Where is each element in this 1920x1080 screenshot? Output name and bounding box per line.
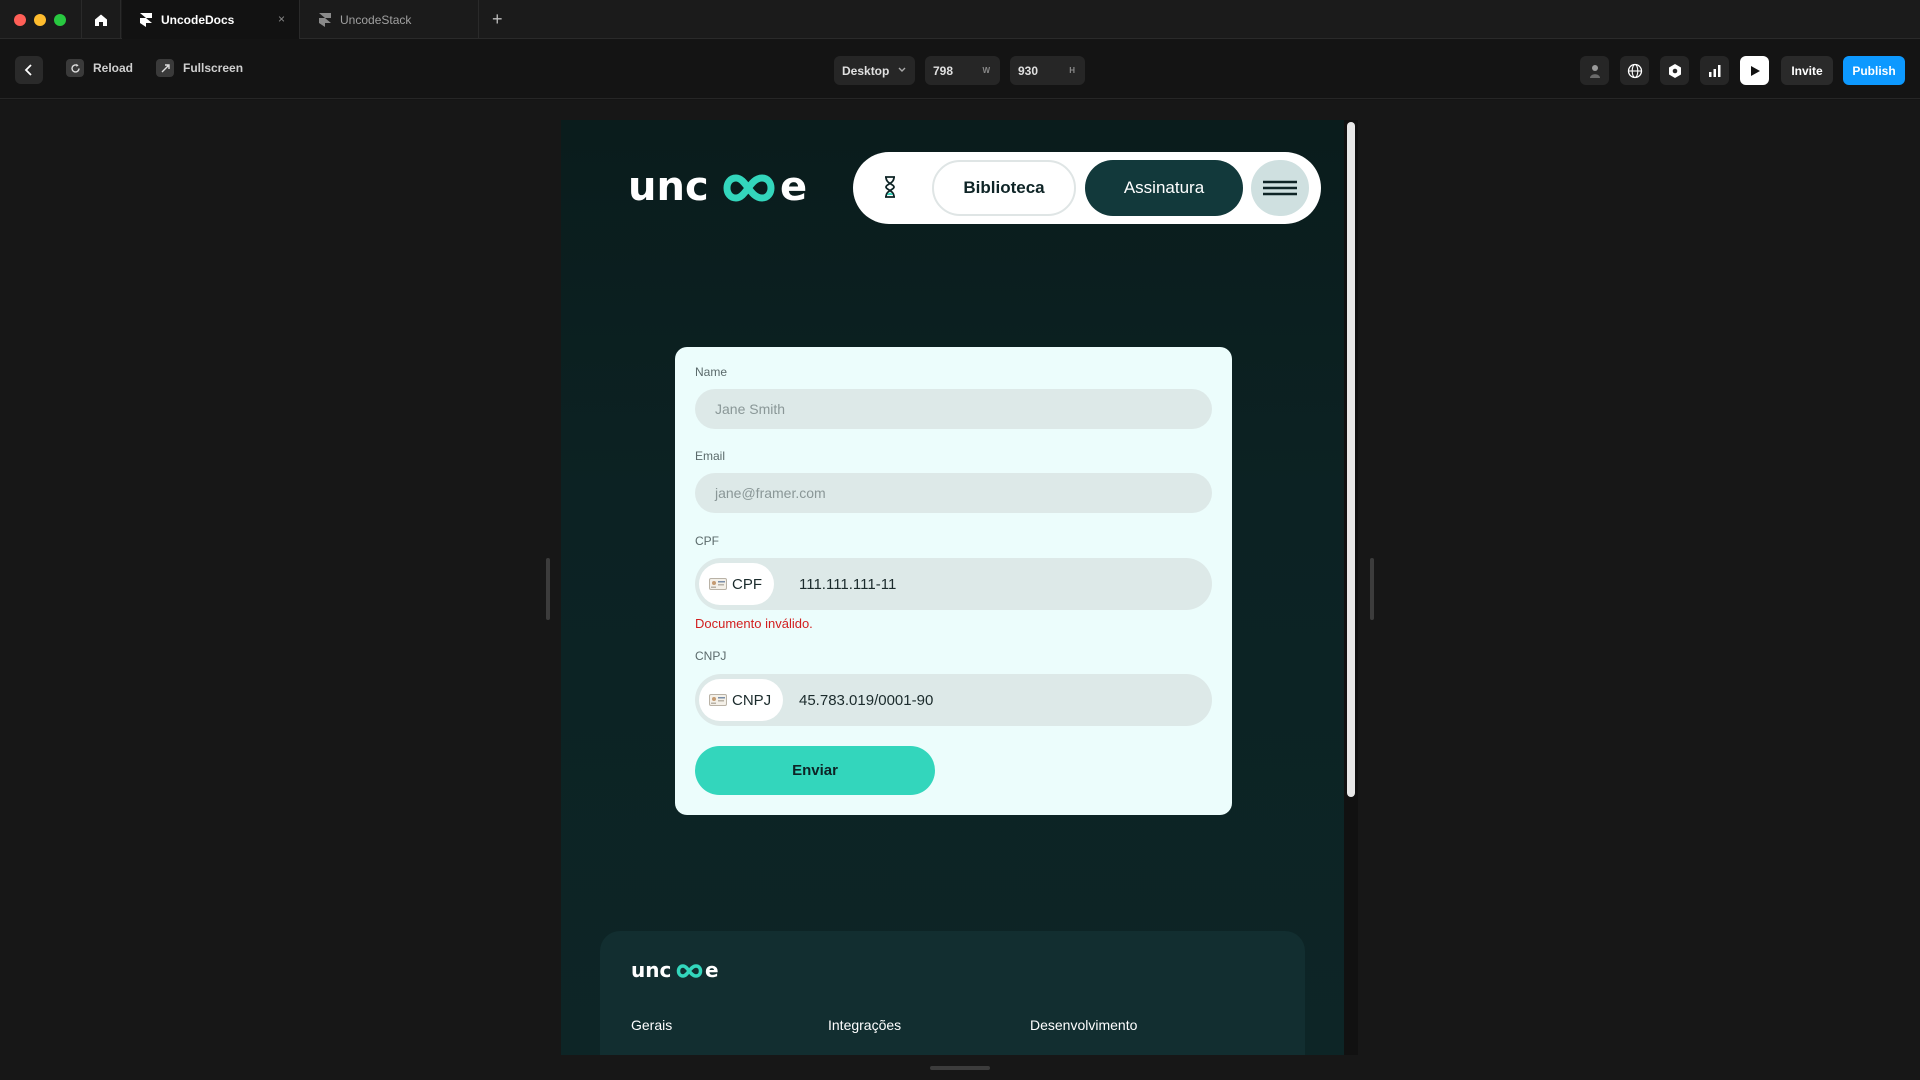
footer-logo-text-right: e (705, 958, 719, 982)
chevron-down-icon (898, 67, 906, 72)
play-preview-button[interactable] (1740, 56, 1769, 85)
tab-uncodestack[interactable]: UncodeStack (301, 0, 479, 39)
cnpj-label: CNPJ (695, 649, 727, 663)
cpf-error-message: Documento inválido. (695, 616, 813, 631)
site-nav: Biblioteca Assinatura (853, 152, 1321, 224)
framer-icon (319, 12, 331, 27)
globe-icon (1627, 63, 1642, 78)
document-form: Name Jane Smith Email jane@framer.com CP… (675, 347, 1232, 815)
footer-column-integracoes[interactable]: Integrações (828, 1017, 901, 1033)
email-label: Email (695, 449, 726, 463)
tab-label: UncodeStack (340, 12, 412, 27)
scrollbar-thumb[interactable] (1347, 122, 1355, 797)
cnpj-tag-label: CNPJ (732, 691, 772, 709)
site-footer: unc e Gerais Integrações Desenvolvimento (600, 931, 1305, 1055)
height-unit: H (1069, 66, 1075, 75)
new-tab-button[interactable]: + (492, 9, 503, 30)
reload-label: Reload (93, 61, 134, 75)
cnpj-value: 45.783.019/0001-90 (799, 691, 934, 709)
analytics-button[interactable] (1700, 56, 1729, 85)
resize-handle-right[interactable] (1370, 558, 1374, 620)
back-button[interactable] (15, 56, 43, 84)
logo-text-left: unc (628, 164, 709, 208)
close-window-button[interactable] (14, 14, 26, 26)
cnpj-tag: CNPJ (699, 679, 784, 721)
invite-button[interactable]: Invite (1781, 56, 1833, 85)
width-input[interactable]: 798 W (925, 56, 1000, 85)
name-input[interactable]: Jane Smith (695, 389, 1212, 429)
fullscreen-button[interactable]: Fullscreen (156, 59, 243, 77)
width-unit: W (982, 66, 990, 75)
reload-button[interactable]: Reload (66, 59, 133, 77)
footer-logo[interactable]: unc e (631, 958, 727, 987)
submit-button[interactable]: Enviar (695, 746, 935, 795)
resize-handle-bottom[interactable] (930, 1066, 990, 1070)
hourglass-button[interactable] (883, 175, 897, 204)
email-input[interactable]: jane@framer.com (695, 473, 1212, 513)
user-avatar-button[interactable] (1580, 56, 1609, 85)
reload-icon (66, 59, 84, 77)
publish-button[interactable]: Publish (1843, 56, 1905, 85)
id-card-icon (709, 694, 727, 706)
home-icon (95, 14, 107, 26)
framer-icon (140, 12, 152, 27)
cpf-label: CPF (695, 534, 719, 548)
height-input[interactable]: 930 H (1010, 56, 1085, 85)
settings-icon (1668, 63, 1681, 78)
play-icon (1750, 65, 1760, 76)
footer-column-gerais[interactable]: Gerais (631, 1017, 672, 1033)
resize-handle-left[interactable] (546, 558, 550, 620)
device-select[interactable]: Desktop (834, 56, 915, 85)
footer-logo-text-left: unc (631, 958, 671, 982)
cnpj-input[interactable]: CNPJ 45.783.019/0001-90 (695, 674, 1212, 726)
fullscreen-label: Fullscreen (183, 61, 244, 75)
home-button[interactable] (81, 0, 121, 39)
footer-column-desenvolvimento[interactable]: Desenvolvimento (1030, 1017, 1137, 1033)
zoom-window-button[interactable] (54, 14, 66, 26)
chevron-left-icon (24, 64, 32, 76)
hourglass-icon (885, 176, 895, 198)
fullscreen-icon (156, 59, 174, 77)
infinity-logo-icon (723, 174, 775, 202)
settings-button[interactable] (1660, 56, 1689, 85)
height-value: 930 (1018, 63, 1039, 78)
device-value: Desktop (842, 63, 890, 78)
globe-button[interactable] (1620, 56, 1649, 85)
menu-button[interactable] (1251, 160, 1309, 216)
cpf-input[interactable]: CPF 111.111.111-11 (695, 558, 1212, 610)
hamburger-icon (1263, 180, 1297, 196)
browser-tab-bar: UncodeDocs × UncodeStack + (0, 0, 1920, 39)
minimize-window-button[interactable] (34, 14, 46, 26)
site-logo[interactable]: unc e (628, 164, 828, 213)
window-controls (14, 14, 66, 26)
nav-subscription-button[interactable]: Assinatura (1085, 160, 1243, 216)
close-tab-icon[interactable]: × (278, 12, 285, 26)
site-preview: unc e Biblioteca Assinatura Name Jane Sm… (561, 120, 1344, 1055)
width-value: 798 (933, 63, 954, 78)
tab-uncodedocs[interactable]: UncodeDocs × (122, 0, 300, 39)
preview-toolbar: Reload Fullscreen Desktop 798 W 930 H In… (0, 40, 1920, 99)
tab-label: UncodeDocs (161, 12, 235, 27)
name-label: Name (695, 365, 728, 379)
infinity-logo-icon (676, 964, 703, 978)
avatar-icon (1589, 64, 1600, 78)
cpf-tag-label: CPF (732, 575, 762, 593)
id-card-icon (709, 578, 727, 590)
nav-library-button[interactable]: Biblioteca (932, 160, 1076, 216)
logo-text-right: e (780, 164, 807, 208)
bar-chart-icon (1708, 64, 1720, 77)
cpf-value: 111.111.111-11 (799, 575, 897, 593)
cpf-tag: CPF (699, 563, 774, 605)
